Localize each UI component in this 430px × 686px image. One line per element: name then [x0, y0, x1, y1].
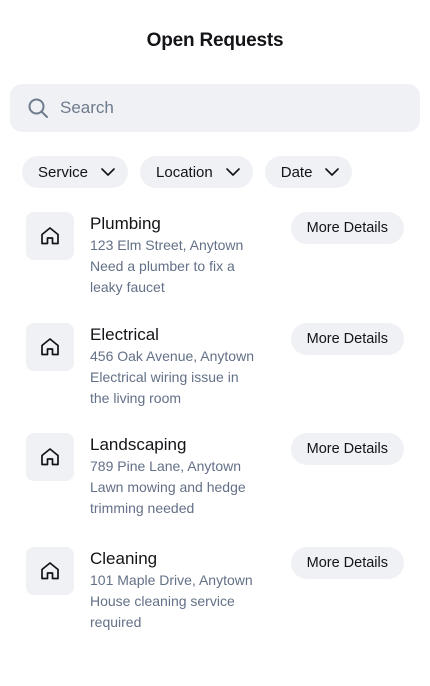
house-icon: [41, 227, 59, 245]
filter-date[interactable]: Date: [264, 156, 353, 188]
house-icon-tile: [26, 323, 74, 371]
filter-label: Location: [156, 163, 213, 181]
request-address: 789 Pine Lane, Anytown: [90, 458, 242, 474]
request-list: Plumbing 123 Elm Street, Anytown Need a …: [0, 188, 430, 633]
request-title: Cleaning: [90, 549, 158, 568]
more-details-button[interactable]: More Details: [290, 433, 404, 465]
request-title: Plumbing: [90, 214, 161, 233]
request-description: Electrical wiring issue in the living ro…: [90, 369, 239, 406]
filter-service[interactable]: Service: [22, 156, 129, 188]
request-address: 123 Elm Street, Anytown: [90, 237, 244, 253]
request-info: Electrical 456 Oak Avenue, Anytown Elect…: [90, 323, 256, 409]
house-icon: [41, 562, 59, 580]
house-icon: [41, 448, 59, 466]
request-description: Need a plumber to fix a leaky faucet: [90, 258, 235, 295]
house-icon-tile: [26, 433, 74, 481]
request-address: 101 Maple Drive, Anytown: [90, 572, 253, 588]
request-item: Plumbing 123 Elm Street, Anytown Need a …: [26, 212, 404, 298]
house-icon: [41, 338, 59, 356]
more-details-button[interactable]: More Details: [290, 212, 404, 244]
request-info: Cleaning 101 Maple Drive, Anytown House …: [90, 547, 256, 633]
request-item: Landscaping 789 Pine Lane, Anytown Lawn …: [26, 433, 404, 519]
request-title: Landscaping: [90, 435, 187, 454]
request-item: Electrical 456 Oak Avenue, Anytown Elect…: [26, 323, 404, 409]
request-info: Landscaping 789 Pine Lane, Anytown Lawn …: [90, 433, 256, 519]
header: Open Requests: [0, 0, 430, 82]
chevron-down-icon: [325, 168, 340, 176]
filter-location[interactable]: Location: [140, 156, 253, 188]
chevron-down-icon: [101, 168, 115, 176]
request-description: Lawn mowing and hedge trimming needed: [90, 479, 246, 516]
more-details-button[interactable]: More Details: [290, 547, 404, 579]
request-description: House cleaning service required: [90, 593, 235, 630]
page-title: Open Requests: [146, 30, 284, 51]
house-icon-tile: [26, 547, 74, 595]
request-address: 456 Oak Avenue, Anytown: [90, 348, 254, 364]
search-bar[interactable]: [10, 84, 420, 132]
chevron-down-icon: [225, 168, 240, 176]
request-item: Cleaning 101 Maple Drive, Anytown House …: [26, 547, 404, 633]
search-input[interactable]: [58, 97, 404, 119]
request-info: Plumbing 123 Elm Street, Anytown Need a …: [90, 212, 256, 298]
filter-bar: Service Location Date: [0, 132, 430, 188]
request-title: Electrical: [90, 325, 159, 344]
more-details-button[interactable]: More Details: [290, 323, 404, 355]
filter-label: Date: [280, 163, 313, 181]
search-icon: [28, 98, 48, 118]
house-icon-tile: [26, 212, 74, 260]
filter-label: Service: [38, 163, 89, 181]
